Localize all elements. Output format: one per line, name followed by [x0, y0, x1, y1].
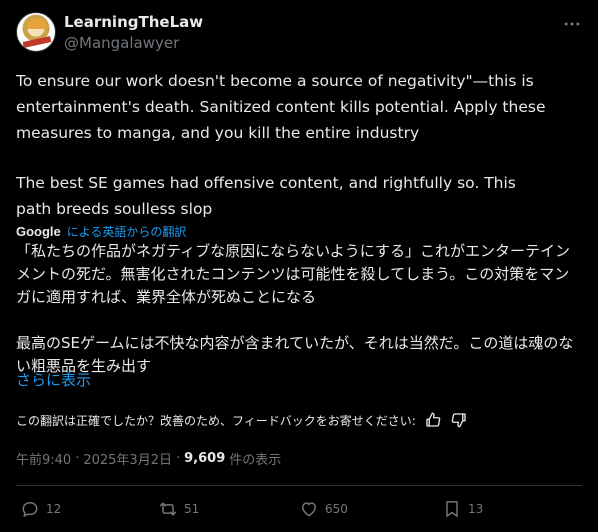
- tweet-meta: 午前9:40 · 2025年3月2日 · 9,609 件の表示: [16, 449, 281, 468]
- avatar[interactable]: [16, 12, 56, 52]
- repost-button[interactable]: 51: [158, 497, 199, 521]
- tweet-text-paragraph-1: To ensure our work doesn't become a sour…: [16, 72, 546, 142]
- action-bar: 12 51 650 13: [16, 497, 582, 521]
- show-more-link[interactable]: さらに表示: [16, 369, 91, 390]
- reply-button[interactable]: 12: [20, 497, 61, 521]
- tweet-header: LearningTheLaw @Mangalawyer: [16, 12, 582, 56]
- avatar-hair: [27, 19, 47, 29]
- bookmark-icon: [446, 501, 458, 517]
- reply-icon: [22, 502, 38, 517]
- meta-separator: ·: [75, 451, 80, 466]
- author-handle[interactable]: @Mangalawyer: [64, 34, 179, 52]
- repost-count: 51: [184, 502, 200, 516]
- thumbs-up-icon[interactable]: [424, 411, 442, 429]
- like-count: 650: [325, 502, 348, 516]
- tweet-time[interactable]: 午前9:40: [16, 449, 71, 468]
- repost-icon: [159, 502, 177, 516]
- translated-paragraph-1: 「私たちの作品がネガティブな原因にならないようにする」これがエンターテインメント…: [16, 242, 570, 306]
- more-horizontal-icon[interactable]: [562, 14, 582, 34]
- tweet-date[interactable]: 2025年3月2日: [83, 449, 172, 468]
- divider: [16, 485, 582, 486]
- bookmark-button[interactable]: 13: [442, 497, 483, 521]
- google-logo: Google: [16, 223, 61, 239]
- translation-attribution: Google による英語からの翻訳: [16, 222, 186, 240]
- heart-icon: [302, 502, 316, 517]
- meta-separator: ·: [175, 451, 181, 466]
- reply-count: 12: [46, 502, 62, 516]
- tweet-detail: LearningTheLaw @Mangalawyer To ensure ou…: [0, 0, 598, 532]
- like-button[interactable]: 650: [299, 497, 348, 521]
- translated-paragraph-2: 最高のSEゲームには不快な内容が含まれていたが、それは当然だ。この道は魂のない粗…: [16, 334, 574, 375]
- avatar-stripe: [22, 36, 52, 48]
- author-display-name[interactable]: LearningTheLaw: [64, 13, 203, 31]
- views-label: 件の表示: [229, 453, 282, 468]
- feedback-prompt: この翻訳は正確でしたか？改善のため、フィードバックをお寄せください:: [16, 413, 416, 428]
- translation-feedback: この翻訳は正確でしたか？改善のため、フィードバックをお寄せください:: [16, 410, 468, 430]
- thumbs-down-icon[interactable]: [450, 411, 468, 429]
- tweet-text-paragraph-2: The best SE games had offensive content,…: [16, 174, 516, 218]
- translated-text: 「私たちの作品がネガティブな原因にならないようにする」これがエンターテインメント…: [16, 240, 582, 378]
- translation-source-link[interactable]: による英語からの翻訳: [67, 223, 187, 240]
- bookmark-count: 13: [468, 502, 484, 516]
- views-count: 9,609: [184, 451, 226, 466]
